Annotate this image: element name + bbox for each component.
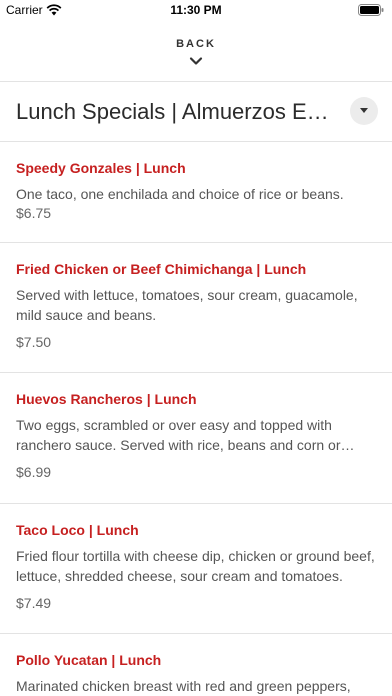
menu-item-description: Served with lettuce, tomatoes, sour crea… xyxy=(16,287,358,323)
menu-item-price: $7.50 xyxy=(16,334,52,350)
menu-item-name: Pollo Yucatan | Lunch xyxy=(16,652,162,668)
menu-item[interactable]: Fried Chicken or Beef Chimichanga | Lunc… xyxy=(0,243,392,373)
menu-item-price: $7.49 xyxy=(16,595,52,611)
category-title: Lunch Specials | Almuerzos Especiales xyxy=(16,99,336,124)
menu-item[interactable]: Huevos Rancheros | Lunch Two eggs, scram… xyxy=(0,373,392,504)
category-header: Lunch Specials | Almuerzos Especiales xyxy=(0,82,392,142)
menu-item-description: Two eggs, scrambled or over easy and top… xyxy=(16,417,341,453)
back-button[interactable]: BACK xyxy=(0,22,392,82)
menu-item-name: Huevos Rancheros | Lunch xyxy=(16,391,197,407)
menu-item-price: $6.75 xyxy=(16,205,52,221)
menu-item-name: Fried Chicken or Beef Chimichanga | Lunc… xyxy=(16,261,307,277)
menu-item-name: Speedy Gonzales | Lunch xyxy=(16,160,186,176)
menu-item[interactable]: Speedy Gonzales | Lunch One taco, one en… xyxy=(0,142,392,243)
status-time: 11:30 PM xyxy=(170,3,222,17)
chevron-down-icon xyxy=(189,57,203,65)
menu-item-description: One taco, one enchilada and choice of ri… xyxy=(16,186,344,202)
menu-item-price: $6.99 xyxy=(16,464,52,480)
caret-down-icon xyxy=(360,108,368,113)
menu-item-description: Fried flour tortilla with cheese dip, ch… xyxy=(16,548,375,584)
back-label: BACK xyxy=(176,38,216,50)
menu-item-description: Marinated chicken breast with red and gr… xyxy=(16,678,351,694)
menu-item[interactable]: Pollo Yucatan | Lunch Marinated chicken … xyxy=(0,634,392,696)
menu-item-name: Taco Loco | Lunch xyxy=(16,522,139,538)
menu-item[interactable]: Taco Loco | Lunch Fried flour tortilla w… xyxy=(0,504,392,634)
category-dropdown-button[interactable] xyxy=(350,97,378,125)
status-bar: Carrier 11:30 PM xyxy=(0,0,392,22)
battery-icon xyxy=(358,4,384,16)
